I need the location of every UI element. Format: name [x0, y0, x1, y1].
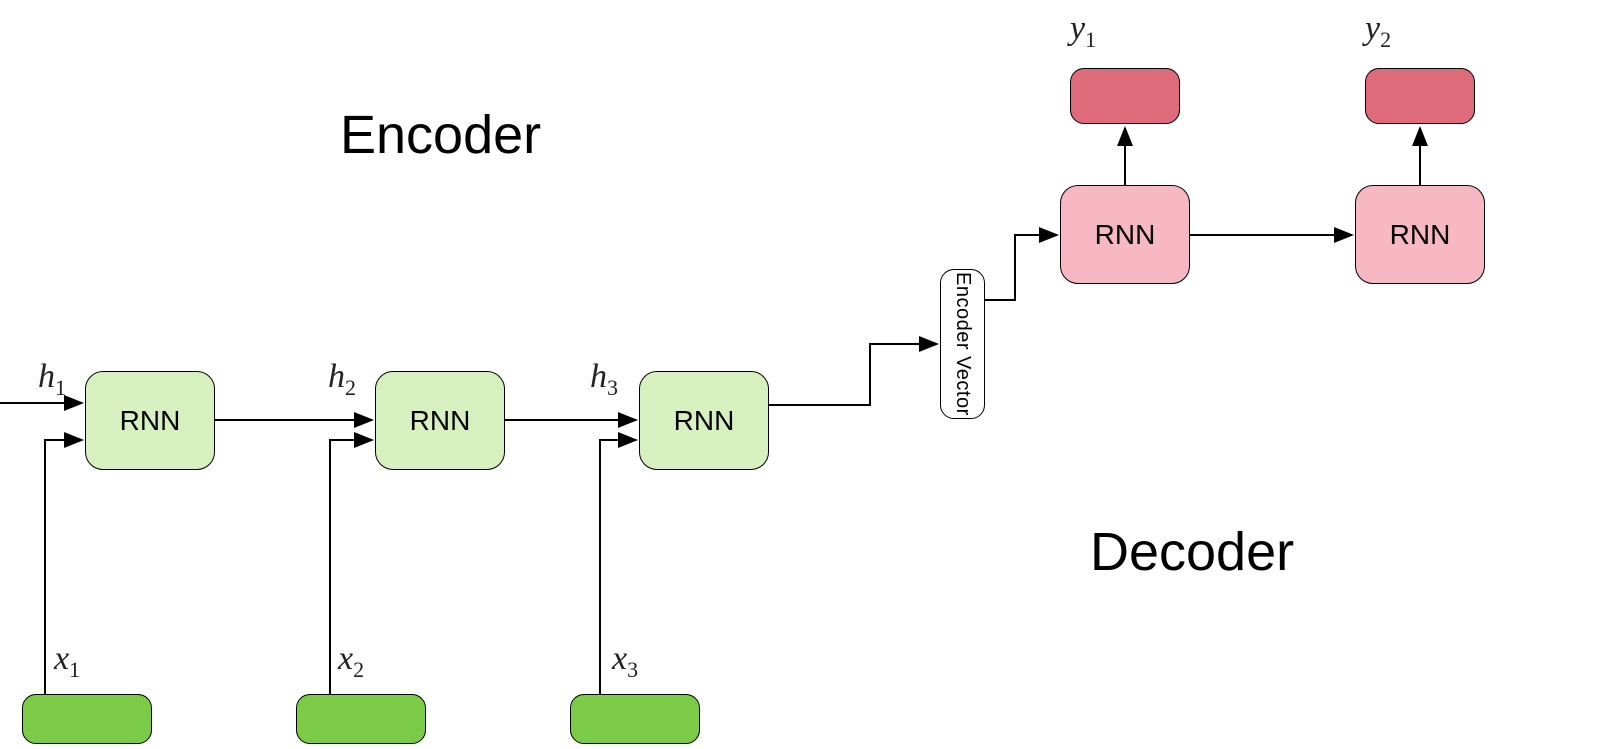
encoder-title: Encoder	[340, 104, 541, 166]
diagram-arrows	[0, 0, 1600, 749]
encoder-input-1-label: x1	[54, 640, 80, 683]
decoder-output-2-label: y2	[1365, 10, 1391, 53]
encoder-rnn-2: RNN	[375, 371, 505, 470]
hidden-state-1-label: h1	[38, 358, 66, 401]
decoder-title: Decoder	[1090, 521, 1294, 583]
decoder-output-1	[1070, 68, 1180, 124]
encoder-input-2	[296, 694, 426, 744]
decoder-rnn-1: RNN	[1060, 185, 1190, 284]
encoder-input-3-label: x3	[612, 640, 638, 683]
hidden-state-3-label: h3	[590, 358, 618, 401]
encoder-input-1	[22, 694, 152, 744]
decoder-output-2	[1365, 68, 1475, 124]
hidden-state-2-label: h2	[328, 358, 356, 401]
encoder-input-2-label: x2	[338, 640, 364, 683]
encoder-rnn-1: RNN	[85, 371, 215, 470]
diagram-stage: Encoder Decoder RNN RNN RNN Encoder Vect…	[0, 0, 1600, 749]
decoder-rnn-2: RNN	[1355, 185, 1485, 284]
encoder-input-3	[570, 694, 700, 744]
encoder-rnn-3: RNN	[639, 371, 769, 470]
encoder-vector: Encoder Vector	[940, 269, 985, 419]
decoder-output-1-label: y1	[1070, 10, 1096, 53]
